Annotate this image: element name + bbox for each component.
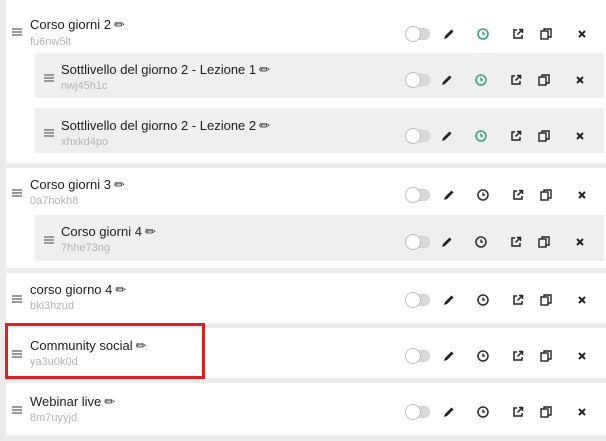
visibility-toggle[interactable] bbox=[406, 188, 430, 202]
visibility-toggle[interactable] bbox=[406, 235, 430, 249]
drag-handle-icon[interactable] bbox=[44, 236, 54, 244]
pencil-icon[interactable] bbox=[442, 405, 456, 419]
drag-handle-icon[interactable] bbox=[12, 189, 22, 197]
pencil-icon[interactable] bbox=[442, 188, 456, 202]
course-title: Corso giorni 2 ✏ bbox=[30, 17, 125, 33]
external-link-icon[interactable] bbox=[511, 405, 525, 419]
clock-icon[interactable] bbox=[476, 293, 490, 307]
drag-handle-icon[interactable] bbox=[44, 129, 54, 137]
course-title-text: Sottlivello del giorno 2 - Lezione 2 bbox=[61, 118, 257, 133]
course-title-text: Corso giorni 3 bbox=[30, 177, 111, 192]
course-title: corso giorno 4 ✏ bbox=[30, 282, 126, 298]
course-title-text: Corso giorni 4 bbox=[61, 224, 142, 239]
close-icon[interactable] bbox=[573, 73, 587, 87]
pencil-icon[interactable]: ✏ bbox=[115, 282, 126, 298]
course-title-text: Corso giorni 2 bbox=[30, 17, 111, 32]
close-icon[interactable] bbox=[573, 235, 587, 249]
course-code: nwj45h1c bbox=[61, 80, 108, 92]
pencil-icon[interactable]: ✏ bbox=[104, 394, 115, 410]
sublevel-card: Sottlivello del giorno 2 - Lezione 2 ✏ xh… bbox=[35, 108, 604, 153]
course-title: Webinar live ✏ bbox=[30, 394, 115, 410]
close-icon[interactable] bbox=[575, 405, 589, 419]
pencil-icon[interactable]: ✏ bbox=[114, 177, 125, 193]
copy-icon[interactable] bbox=[539, 188, 553, 202]
copy-icon[interactable] bbox=[539, 405, 553, 419]
course-card: Webinar live ✏ 8m7uyyjd bbox=[6, 383, 606, 435]
drag-handle-icon[interactable] bbox=[12, 406, 22, 414]
copy-icon[interactable] bbox=[537, 73, 551, 87]
visibility-toggle[interactable] bbox=[406, 27, 430, 41]
course-code: 7hhe73ng bbox=[61, 242, 110, 254]
copy-icon[interactable] bbox=[537, 235, 551, 249]
course-title-text: corso giorno 4 bbox=[30, 282, 113, 297]
course-title: Sottlivello del giorno 2 - Lezione 2 ✏ bbox=[61, 118, 270, 134]
visibility-toggle[interactable] bbox=[406, 293, 430, 307]
course-title-text: Sottlivello del giorno 2 - Lezione 1 bbox=[61, 62, 257, 77]
pencil-icon[interactable] bbox=[442, 349, 456, 363]
clock-icon[interactable] bbox=[476, 27, 490, 41]
pencil-icon[interactable]: ✏ bbox=[259, 62, 270, 78]
clock-icon[interactable] bbox=[474, 129, 488, 143]
course-code: 0a7hokh8 bbox=[30, 195, 79, 207]
course-code: xhxkd4po bbox=[61, 136, 109, 148]
clock-icon[interactable] bbox=[476, 349, 490, 363]
pencil-icon[interactable]: ✏ bbox=[259, 118, 270, 134]
external-link-icon[interactable] bbox=[509, 73, 523, 87]
drag-handle-icon[interactable] bbox=[12, 28, 22, 36]
visibility-toggle[interactable] bbox=[406, 349, 430, 363]
close-icon[interactable] bbox=[575, 188, 589, 202]
pencil-icon[interactable] bbox=[440, 73, 454, 87]
clock-icon[interactable] bbox=[476, 405, 490, 419]
course-card: corso giorno 4 ✏ bki3hzud bbox=[6, 273, 606, 323]
copy-icon[interactable] bbox=[539, 27, 553, 41]
external-link-icon[interactable] bbox=[511, 188, 525, 202]
drag-handle-icon[interactable] bbox=[12, 295, 22, 303]
clock-icon[interactable] bbox=[474, 73, 488, 87]
course-code: fu6nw5lt bbox=[30, 36, 71, 48]
clock-icon[interactable] bbox=[474, 235, 488, 249]
course-title: Sottlivello del giorno 2 - Lezione 1 ✏ bbox=[61, 62, 270, 78]
pencil-icon[interactable]: ✏ bbox=[145, 224, 156, 240]
pencil-icon[interactable] bbox=[442, 27, 456, 41]
pencil-icon[interactable] bbox=[440, 129, 454, 143]
highlight-box bbox=[5, 323, 205, 379]
visibility-toggle[interactable] bbox=[406, 129, 430, 143]
pencil-icon[interactable] bbox=[440, 235, 454, 249]
close-icon[interactable] bbox=[575, 349, 589, 363]
course-code: bki3hzud bbox=[30, 300, 75, 312]
drag-handle-icon[interactable] bbox=[44, 74, 54, 82]
external-link-icon[interactable] bbox=[509, 235, 523, 249]
pencil-icon[interactable]: ✏ bbox=[114, 17, 125, 33]
close-icon[interactable] bbox=[575, 27, 589, 41]
external-link-icon[interactable] bbox=[511, 349, 525, 363]
pencil-icon[interactable] bbox=[442, 293, 456, 307]
sublevel-card: Sottlivello del giorno 2 - Lezione 1 ✏ nw… bbox=[35, 53, 604, 98]
visibility-toggle[interactable] bbox=[406, 405, 430, 419]
external-link-icon[interactable] bbox=[511, 293, 525, 307]
course-title-text: Webinar live bbox=[30, 394, 102, 409]
sublevel-card: Corso giorni 4 ✏ 7hhe73ng bbox=[35, 215, 604, 261]
course-title: Corso giorni 3 ✏ bbox=[30, 177, 125, 193]
copy-icon[interactable] bbox=[537, 129, 551, 143]
copy-icon[interactable] bbox=[539, 293, 553, 307]
close-icon[interactable] bbox=[573, 129, 587, 143]
close-icon[interactable] bbox=[575, 293, 589, 307]
clock-icon[interactable] bbox=[476, 188, 490, 202]
copy-icon[interactable] bbox=[539, 349, 553, 363]
external-link-icon[interactable] bbox=[509, 129, 523, 143]
visibility-toggle[interactable] bbox=[406, 73, 430, 87]
course-title: Corso giorni 4 ✏ bbox=[61, 224, 156, 240]
course-code: 8m7uyyjd bbox=[30, 412, 78, 424]
external-link-icon[interactable] bbox=[511, 27, 525, 41]
